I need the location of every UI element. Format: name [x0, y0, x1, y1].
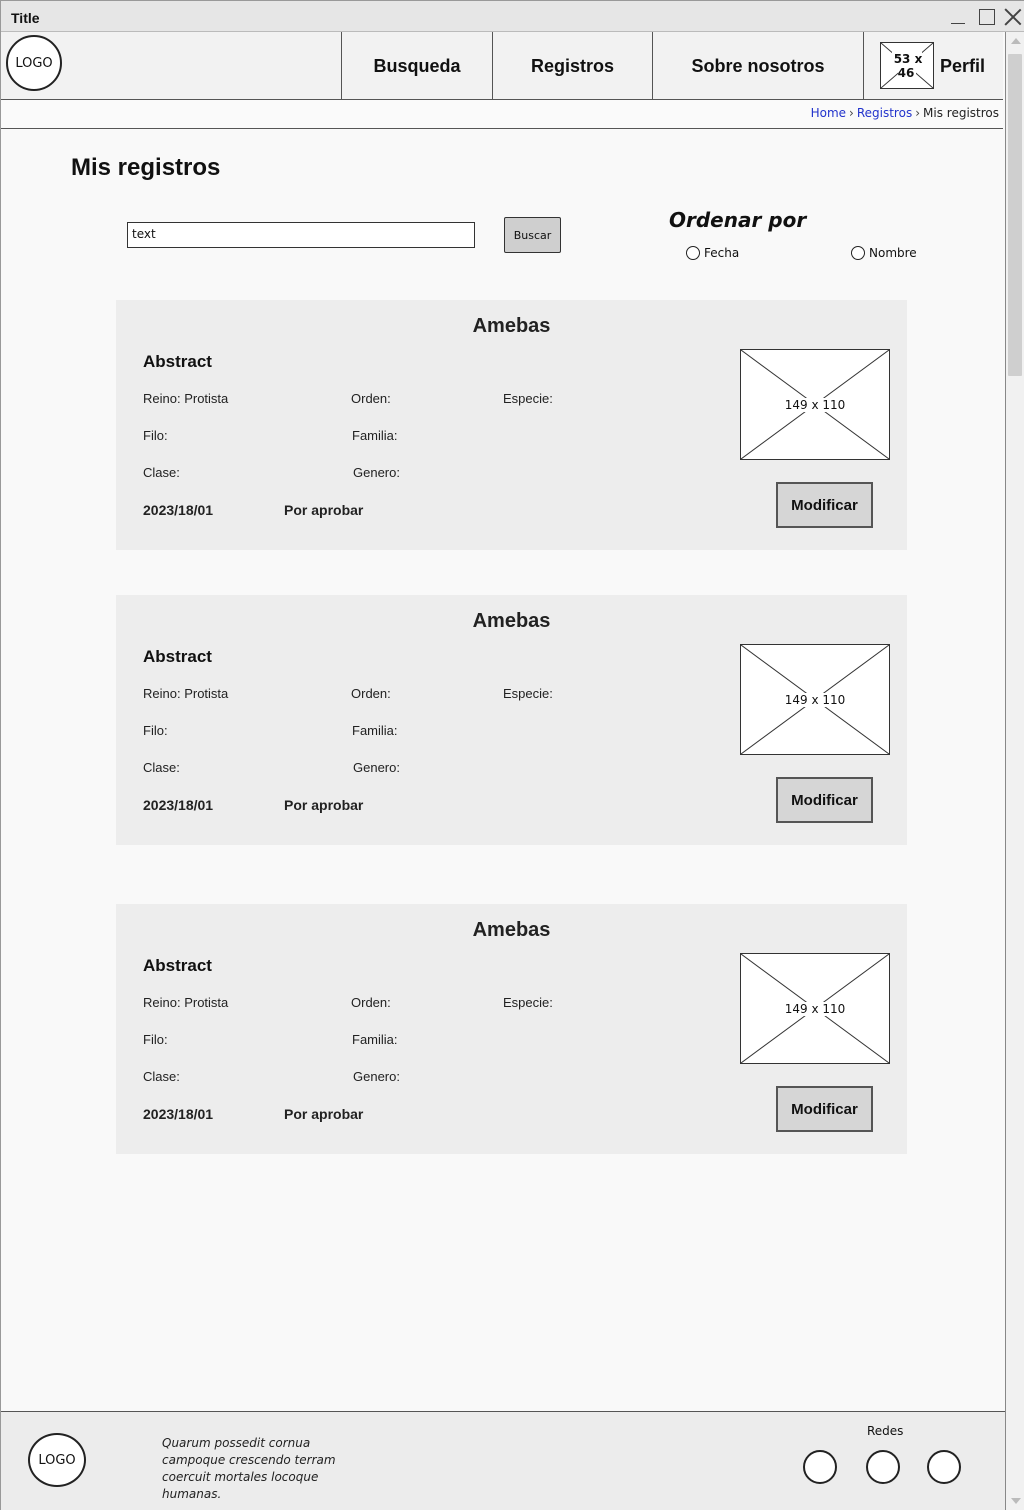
breadcrumb-home[interactable]: Home	[811, 106, 846, 120]
radio-icon[interactable]	[686, 246, 700, 260]
scroll-down-icon[interactable]	[1011, 1498, 1021, 1504]
field-reino: Reino: Protista	[143, 391, 229, 406]
card-title: Amebas	[472, 610, 551, 632]
footer-logo: LOGO	[28, 1433, 86, 1487]
field-familia: Familia:	[352, 428, 398, 443]
social-icon[interactable]	[803, 1450, 837, 1484]
footer: LOGO Quarum possedit cornua campoque cre…	[1, 1411, 1005, 1510]
field-orden: Orden:	[351, 391, 391, 406]
breadcrumb-bar: Home › Registros › Mis registros	[1, 100, 1003, 129]
title-bar: Title	[1, 1, 1024, 32]
page-title: Mis registros	[71, 154, 221, 181]
avatar: 53 x 46	[880, 42, 934, 89]
window-title: Title	[11, 10, 40, 26]
card-title: Amebas	[472, 919, 551, 941]
card-abstract: Abstract	[143, 352, 212, 371]
record-date: 2023/18/01	[143, 1106, 214, 1122]
radio-icon[interactable]	[851, 246, 865, 260]
social-icon[interactable]	[927, 1450, 961, 1484]
field-clase: Clase:	[143, 760, 180, 775]
record-status: Por aprobar	[284, 1106, 364, 1122]
avatar-placeholder-label: 53 x 46	[891, 51, 923, 80]
field-filo: Filo:	[143, 1032, 168, 1047]
record-image: 149 x 110	[740, 644, 890, 755]
footer-text: Quarum possedit cornua campoque crescend…	[162, 1436, 336, 1501]
perfil-label: Perfil	[940, 56, 986, 76]
social-icon[interactable]	[866, 1450, 900, 1484]
field-familia: Familia:	[352, 1032, 398, 1047]
field-reino: Reino: Protista	[143, 995, 229, 1010]
breadcrumb-current: Mis registros	[923, 106, 999, 120]
breadcrumb-separator: ›	[849, 106, 854, 120]
sort-title: Ordenar por	[669, 208, 807, 232]
search-input[interactable]: text	[127, 222, 475, 248]
nav-sobre-nosotros[interactable]: Sobre nosotros	[652, 32, 863, 100]
vertical-scrollbar[interactable]	[1005, 32, 1024, 1510]
field-especie: Especie:	[503, 995, 553, 1010]
card-abstract: Abstract	[143, 956, 212, 975]
card-abstract: Abstract	[143, 647, 212, 666]
record-card: Amebas Abstract Reino: Protista Orden: E…	[116, 595, 907, 845]
record-card: Amebas Abstract Reino: Protista Orden: E…	[116, 300, 907, 550]
field-especie: Especie:	[503, 686, 553, 701]
card-title: Amebas	[472, 315, 551, 337]
record-date: 2023/18/01	[143, 502, 214, 518]
field-familia: Familia:	[352, 723, 398, 738]
modify-button[interactable]: Modificar	[776, 777, 873, 823]
record-card: Amebas Abstract Reino: Protista Orden: E…	[116, 904, 907, 1154]
search-button[interactable]: Buscar	[504, 217, 561, 253]
nav-busqueda[interactable]: Busqueda	[341, 32, 492, 100]
field-reino: Reino: Protista	[143, 686, 229, 701]
scroll-up-icon[interactable]	[1011, 38, 1021, 44]
header-logo[interactable]: LOGO	[6, 35, 62, 91]
redes-label: Redes	[867, 1424, 904, 1438]
record-image: 149 x 110	[740, 349, 890, 460]
field-filo: Filo:	[143, 428, 168, 443]
main-header: LOGO Busqueda Registros Sobre nosotros 5…	[1, 32, 1003, 100]
field-genero: Genero:	[353, 465, 400, 480]
field-filo: Filo:	[143, 723, 168, 738]
field-clase: Clase:	[143, 1069, 180, 1084]
field-clase: Clase:	[143, 465, 180, 480]
field-genero: Genero:	[353, 760, 400, 775]
sort-option-fecha[interactable]: Fecha	[686, 246, 739, 260]
image-placeholder-label: 149 x 110	[782, 692, 848, 707]
sort-option-label: Fecha	[704, 246, 740, 260]
modify-button[interactable]: Modificar	[776, 1086, 873, 1132]
breadcrumb-separator: ›	[915, 106, 921, 120]
record-status: Por aprobar	[284, 797, 364, 813]
field-orden: Orden:	[351, 995, 391, 1010]
breadcrumb-registros[interactable]: Registros	[857, 106, 912, 120]
field-especie: Especie:	[503, 391, 553, 406]
close-icon[interactable]	[1003, 7, 1023, 27]
modify-button[interactable]: Modificar	[776, 482, 873, 528]
scroll-thumb[interactable]	[1008, 54, 1022, 376]
nav-perfil[interactable]: 53 x 46 Perfil	[863, 32, 1003, 100]
field-genero: Genero:	[353, 1069, 400, 1084]
sort-option-label: Nombre	[869, 246, 917, 260]
maximize-icon[interactable]	[977, 7, 997, 27]
image-placeholder-label: 149 x 110	[782, 397, 848, 412]
record-image: 149 x 110	[740, 953, 890, 1064]
record-status: Por aprobar	[284, 502, 364, 518]
record-date: 2023/18/01	[143, 797, 214, 813]
nav-registros[interactable]: Registros	[492, 32, 652, 100]
minimize-icon[interactable]	[949, 7, 969, 27]
sort-option-nombre[interactable]: Nombre	[851, 246, 917, 260]
field-orden: Orden:	[351, 686, 391, 701]
image-placeholder-label: 149 x 110	[782, 1001, 848, 1016]
app-window: Title LOGO Busqueda Registros Sobre noso…	[0, 0, 1024, 1510]
breadcrumb: Home › Registros › Mis registros	[811, 106, 999, 120]
